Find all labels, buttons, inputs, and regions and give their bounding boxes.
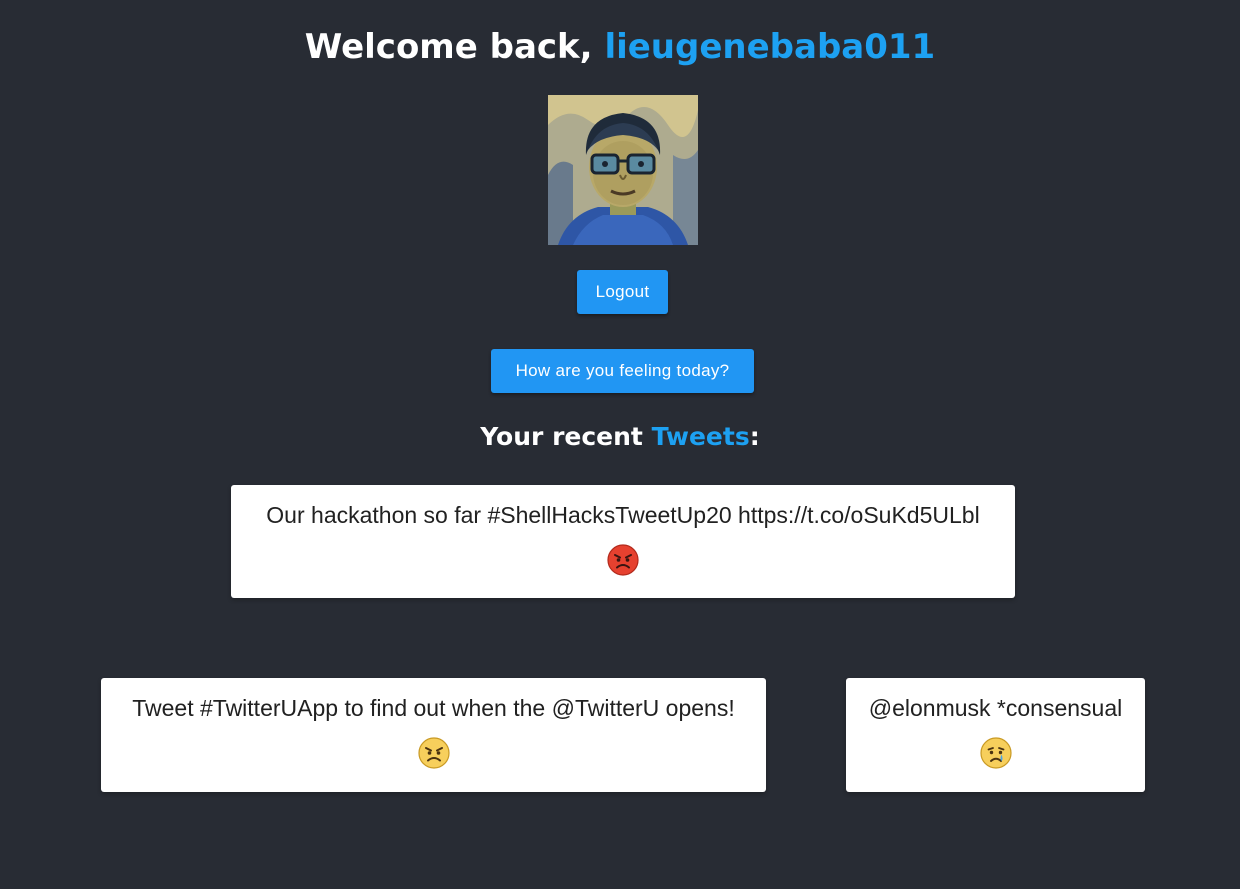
avatar-portrait-image: [548, 95, 698, 245]
recent-prefix: Your recent: [480, 422, 652, 451]
tweet-text: Our hackathon so far #ShellHacksTweetUp2…: [266, 502, 980, 528]
recent-suffix: :: [749, 422, 760, 451]
tweet-card: Tweet #TwitterUApp to find out when the …: [101, 678, 766, 792]
welcome-heading: Welcome back, lieugenebaba011: [0, 22, 1240, 72]
username: lieugenebaba011: [604, 27, 936, 67]
recent-tweets-heading: Your recent Tweets:: [0, 419, 1240, 455]
recent-highlight: Tweets: [651, 422, 750, 451]
annoyed-face-icon: [417, 737, 450, 769]
avatar: [548, 95, 698, 245]
logout-button[interactable]: Logout: [577, 270, 668, 314]
how-are-you-feeling-button[interactable]: How are you feeling today?: [491, 349, 754, 393]
welcome-prefix: Welcome back,: [304, 27, 605, 67]
tweet-text: Tweet #TwitterUApp to find out when the …: [132, 695, 735, 721]
tweet-card: @elonmusk *consensual: [846, 678, 1145, 792]
crying-face-icon: [979, 737, 1012, 769]
tweet-text: @elonmusk *consensual: [868, 695, 1123, 721]
tweet-card: Our hackathon so far #ShellHacksTweetUp2…: [231, 485, 1015, 598]
angry-red-face-icon: [607, 544, 639, 576]
